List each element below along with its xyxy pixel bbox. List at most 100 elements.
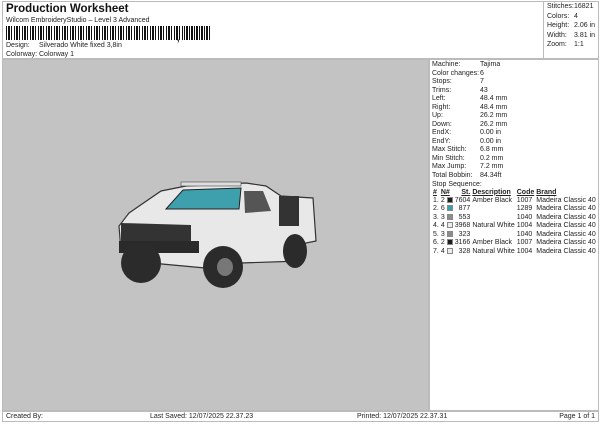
machine-value: 6.8 mm [480, 146, 504, 153]
design-preview [2, 59, 429, 411]
machine-label: Max Jump: [432, 163, 467, 170]
description: Amber Black [472, 239, 513, 247]
machine-value: 7 [480, 78, 484, 85]
software-name: Wilcom EmbroideryStudio – Level 3 Advanc… [6, 17, 150, 24]
column-header: Code [516, 188, 535, 196]
machine-label: Up: [432, 112, 443, 119]
machine-label: Trims: [432, 86, 452, 94]
machine-value: 26.2 mm [480, 120, 508, 128]
machine-label: Total Bobbin: [432, 171, 473, 179]
stat-value: 1:1 [574, 41, 584, 48]
thread-brand: Madeira Classic 40 [536, 239, 596, 247]
color-swatch [446, 222, 453, 229]
description: Natural White [472, 247, 515, 255]
thread-code: 1007 [516, 239, 533, 247]
column-header: Brand [536, 188, 557, 196]
page-number: Page 1 of 1 [559, 413, 595, 420]
stat-label: Zoom: [547, 41, 567, 48]
stat-row: Colors: 4 [547, 13, 595, 23]
color-swatch [446, 196, 453, 203]
stop-index: 7. [433, 247, 439, 255]
description [471, 230, 515, 239]
machine-label: Stops: [432, 78, 452, 85]
colorway-row: Colorway: Colorway 1 [6, 51, 74, 58]
machine-row: Color changes:6 [432, 70, 596, 79]
thread-brand: Madeira Classic 40 [536, 213, 596, 221]
thread-code: 1004 [516, 247, 533, 255]
stat-label: Stitches: [547, 3, 574, 10]
stop-index: 3. [433, 213, 439, 221]
description: Amber Black [472, 196, 513, 204]
machine-value: 48.4 mm [480, 103, 508, 111]
machine-label: Min Stitch: [432, 154, 465, 162]
machine-label: Right: [432, 103, 451, 111]
thread-brand: Madeira Classic 40 [536, 230, 596, 238]
barcode-suffix: , [177, 33, 180, 43]
machine-row: Total Bobbin: 84.34ft [432, 172, 596, 181]
machine-row: Machine: Tajima [432, 61, 596, 70]
thread-code: 1004 [516, 222, 533, 230]
stop-sequence-table: # N# St. Description Code Brand 1. 2 7604 Amber B… [432, 188, 597, 256]
table-row: 2. 6 877 1289 Madeira Classic 40 [432, 205, 597, 214]
stitch-count: 877 [458, 205, 471, 213]
color-swatch [446, 247, 453, 254]
machine-row: Trims: 43 [432, 87, 596, 96]
color-swatch [446, 230, 453, 237]
machine-row: Down: 26.2 mm [432, 121, 596, 130]
stitch-count: 7604 [454, 196, 471, 204]
description [471, 213, 515, 222]
printed-date: Printed: 12/07/2025 22.37.31 [357, 413, 448, 420]
color-swatch [446, 205, 453, 212]
stop-sequence-label: Stop Sequence: [432, 181, 482, 188]
column-header: # [433, 188, 437, 196]
machine-value: 0.2 mm [480, 154, 504, 162]
stop-index: 6. [433, 239, 439, 247]
machine-value: 43 [480, 86, 488, 94]
column-header: St. [461, 188, 471, 196]
stat-value: 3.81 in [574, 31, 596, 39]
stats-box: Stitches:16821 Colors: 4 Height: 2.06 in Widt… [543, 1, 599, 59]
design-row: Design: Silverado White fixed 3,8in [6, 42, 122, 49]
machine-value: 0.00 in [480, 137, 502, 145]
machine-row: Up: 26.2 mm [432, 112, 596, 121]
machine-label: Left: [432, 95, 446, 102]
description: Natural White [472, 222, 515, 230]
color-swatch [446, 239, 453, 246]
truck-embroidery-image [118, 181, 317, 288]
stat-value: 4 [574, 12, 578, 20]
machine-value: 0.00 in [480, 129, 502, 136]
info-panel: Machine: Tajima Color changes:6 Stops: 7 Trim… [429, 59, 599, 411]
thread-brand: Madeira Classic 40 [536, 196, 596, 204]
color-swatch [446, 213, 453, 220]
stat-row: Height: 2.06 in [547, 22, 595, 32]
stat-label: Height: [547, 22, 570, 29]
table-row: 1. 2 7604 Amber Black 1007 Madeira Classic 40 [432, 196, 597, 205]
machine-label: Max Stitch: [432, 146, 467, 153]
machine-row: EndY: 0.00 in [432, 138, 596, 147]
stitch-count: 328 [458, 247, 471, 255]
barcode-secondary [184, 26, 211, 40]
stitch-count: 553 [458, 213, 471, 221]
machine-row: Left: 48.4 mm [432, 95, 596, 104]
thread-brand: Madeira Classic 40 [536, 205, 596, 213]
stat-row: Width: 3.81 in [547, 32, 595, 42]
worksheet-header: Production Worksheet Wilcom EmbroiderySt… [2, 1, 543, 59]
colorway-value: Colorway 1 [39, 51, 75, 58]
design-label: Design: [6, 42, 30, 49]
table-row: 7. 4 328 Natural White 1004 Madeira Classic 4… [432, 247, 597, 256]
stat-label: Colors: [547, 12, 570, 20]
thread-code: 1007 [516, 196, 533, 204]
stat-row: Zoom: 1:1 [547, 41, 595, 51]
thread-code: 1289 [516, 205, 533, 213]
last-saved: Last Saved: 12/07/2025 22.37.23 [150, 413, 254, 420]
stop-index: 2. [433, 205, 439, 213]
machine-label: Color changes: [432, 69, 480, 77]
column-header: N# [440, 188, 450, 196]
thread-code: 1040 [516, 230, 533, 238]
machine-row: Right: 48.4 mm [432, 104, 596, 113]
table-row: 3. 3 553 1040 Madeira Classic 40 [432, 213, 597, 222]
stop-sequence: Stop Sequence: # N# St. Description Code Bran… [432, 181, 596, 256]
machine-value: 84.34ft [480, 171, 502, 179]
stop-index: 4. [433, 222, 439, 230]
stop-index: 5. [433, 230, 439, 238]
